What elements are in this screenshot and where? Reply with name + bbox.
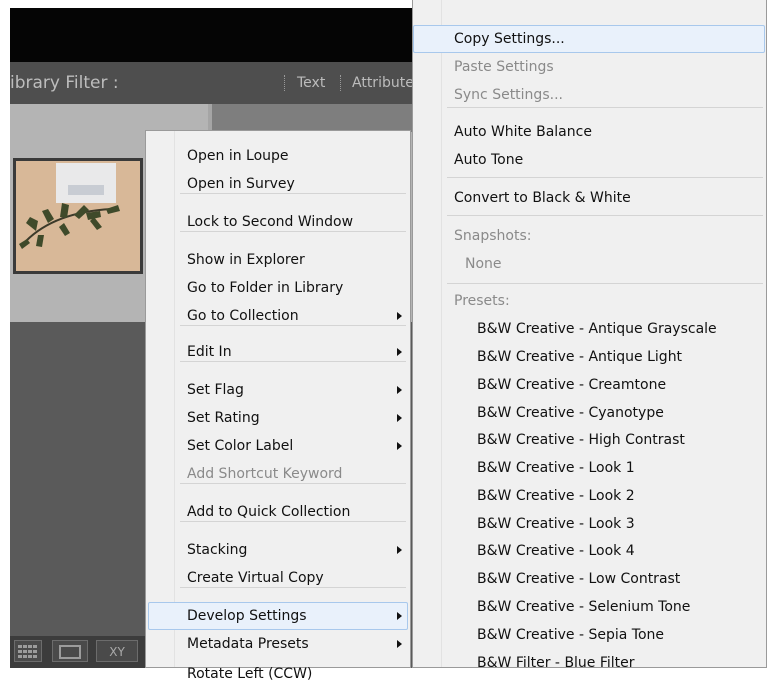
menu-item-bandw-creative-antique-light[interactable]: B&W Creative - Antique Light (477, 348, 682, 366)
menu-item-auto-white-balance[interactable]: Auto White Balance (454, 123, 592, 141)
menu-item-develop-settings[interactable]: Develop Settings (187, 607, 307, 625)
menu-item-convert-to-black-and-white[interactable]: Convert to Black & White (454, 189, 631, 207)
menu-separator (180, 231, 406, 232)
menu-item-paste-settings: Paste Settings (454, 59, 554, 75)
menu-separator (180, 483, 406, 484)
submenu-arrow-icon (397, 442, 402, 450)
menu-item-auto-tone[interactable]: Auto Tone (454, 151, 523, 169)
menu-separator (447, 107, 763, 108)
menu-item-bandw-creative-low-contrast[interactable]: B&W Creative - Low Contrast (477, 570, 680, 588)
develop-settings-submenu: Copy Settings... Paste Settings Sync Setti… (412, 0, 767, 671)
submenu-arrow-icon (397, 312, 402, 320)
filter-tab-attribute[interactable]: Attribute (352, 75, 414, 91)
menu-item-bandw-creative-high-contrast[interactable]: B&W Creative - High Contrast (477, 431, 685, 449)
menu-separator (180, 521, 406, 522)
menu-item-bandw-creative-selenium-tone[interactable]: B&W Creative - Selenium Tone (477, 598, 690, 616)
filter-divider (284, 75, 285, 91)
menu-icon-gutter (146, 131, 175, 667)
library-filter-bar: ibrary Filter : Text Attribute (10, 62, 414, 104)
menu-section-header-presets: Presets: (454, 293, 510, 309)
menu-item-bandw-filter-blue-filter[interactable]: B&W Filter - Blue Filter (477, 654, 635, 672)
menu-item-none: None (465, 256, 502, 272)
menu-item-stacking[interactable]: Stacking (187, 541, 247, 559)
leaf-specimen-image (16, 161, 140, 271)
menu-separator (180, 325, 406, 326)
menu-icon-gutter (413, 0, 442, 667)
menu-separator (447, 177, 763, 178)
menu-item-bandw-creative-look-3[interactable]: B&W Creative - Look 3 (477, 515, 635, 533)
loupe-icon (59, 645, 81, 659)
photo-thumbnail[interactable] (16, 161, 140, 271)
filter-divider (340, 75, 341, 91)
menu-item-metadata-presets[interactable]: Metadata Presets (187, 635, 309, 653)
menu-item-open-in-survey[interactable]: Open in Survey (187, 175, 295, 193)
submenu-arrow-icon (397, 546, 402, 554)
compare-view-button[interactable]: XY (96, 640, 138, 662)
menu-item-lock-to-second-window[interactable]: Lock to Second Window (187, 213, 353, 231)
menu-item-set-color-label[interactable]: Set Color Label (187, 437, 293, 455)
menu-item-bandw-creative-antique-grayscale[interactable]: B&W Creative - Antique Grayscale (477, 320, 717, 338)
library-filter-label: ibrary Filter : (10, 73, 119, 93)
menu-item-show-in-explorer[interactable]: Show in Explorer (187, 251, 305, 269)
menu-separator (180, 193, 406, 194)
grid-icon (18, 645, 37, 658)
menu-separator (180, 587, 406, 588)
menu-item-sync-settings: Sync Settings... (454, 87, 563, 103)
menu-separator (447, 283, 763, 284)
menu-item-add-to-quick-collection[interactable]: Add to Quick Collection (187, 503, 350, 521)
submenu-arrow-icon (397, 640, 402, 648)
context-menu: Open in Loupe Open in Survey Lock to Secon… (145, 130, 411, 682)
submenu-arrow-icon (397, 348, 402, 356)
submenu-arrow-icon (397, 386, 402, 394)
loupe-view-button[interactable] (52, 640, 88, 662)
menu-item-bandw-creative-look-4[interactable]: B&W Creative - Look 4 (477, 542, 635, 560)
submenu-arrow-icon (397, 612, 402, 620)
menu-section-header-snapshots: Snapshots: (454, 228, 532, 244)
menu-item-edit-in[interactable]: Edit In (187, 343, 232, 361)
menu-item-go-to-collection[interactable]: Go to Collection (187, 307, 299, 325)
menu-item-copy-settings[interactable]: Copy Settings... (454, 30, 565, 48)
menu-separator (180, 361, 406, 362)
filter-tab-text[interactable]: Text (297, 75, 325, 91)
submenu-arrow-icon (397, 414, 402, 422)
menu-item-bandw-creative-cyanotype[interactable]: B&W Creative - Cyanotype (477, 404, 664, 422)
menu-item-open-in-loupe[interactable]: Open in Loupe (187, 147, 289, 165)
menu-item-add-shortcut-keyword: Add Shortcut Keyword (187, 466, 343, 482)
menu-item-bandw-creative-sepia-tone[interactable]: B&W Creative - Sepia Tone (477, 626, 664, 644)
menu-separator (447, 215, 763, 216)
menu-item-bandw-creative-creamtone[interactable]: B&W Creative - Creamtone (477, 376, 666, 394)
toolbar-dark-area (10, 8, 412, 62)
menu-item-bandw-creative-look-1[interactable]: B&W Creative - Look 1 (477, 459, 635, 477)
menu-item-set-flag[interactable]: Set Flag (187, 381, 244, 399)
menu-item-create-virtual-copy[interactable]: Create Virtual Copy (187, 569, 324, 587)
menu-item-set-rating[interactable]: Set Rating (187, 409, 260, 427)
menu-item-bandw-creative-look-2[interactable]: B&W Creative - Look 2 (477, 487, 635, 505)
menu-item-go-to-folder-in-library[interactable]: Go to Folder in Library (187, 279, 343, 297)
grid-view-button[interactable] (14, 640, 42, 662)
grid-cell-header (212, 104, 412, 132)
